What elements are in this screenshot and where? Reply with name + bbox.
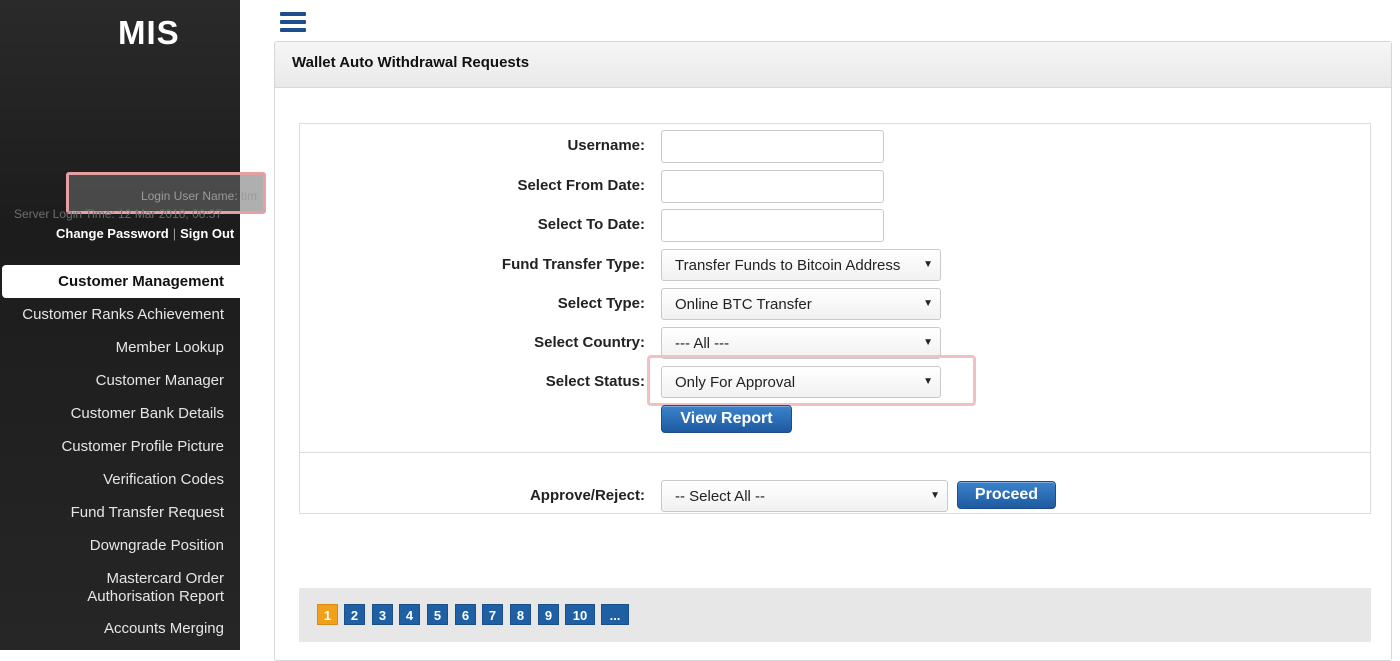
chevron-down-icon: ▼	[930, 490, 940, 501]
from-date-field[interactable]	[661, 170, 884, 203]
page-10-button[interactable]: 10	[565, 604, 595, 625]
login-user-name: Login User Name: tim	[140, 189, 257, 203]
chevron-down-icon: ▼	[923, 259, 933, 270]
link-separator: |	[172, 226, 177, 241]
page-9-button[interactable]: 9	[538, 604, 559, 625]
select-status-select[interactable]: Only For Approval ▼	[661, 366, 941, 398]
select-type-value: Online BTC Transfer	[675, 296, 812, 313]
form-divider	[300, 452, 1370, 453]
username-field[interactable]	[661, 130, 884, 163]
sidebar-item-customer-bank-details[interactable]: Customer Bank Details	[0, 405, 240, 438]
sidebar-item-label-line2: Authorisation Report	[87, 588, 224, 605]
approve-reject-label: Approve/Reject:	[529, 487, 645, 504]
fund-transfer-type-select[interactable]: Transfer Funds to Bitcoin Address ▼	[661, 249, 941, 281]
menu-bar	[280, 12, 306, 16]
chevron-down-icon: ▼	[923, 376, 933, 387]
page-4-button[interactable]: 4	[399, 604, 420, 625]
sidebar-item-downgrade-position[interactable]: Downgrade Position	[0, 537, 240, 570]
page-1-button[interactable]: 1	[317, 604, 338, 625]
to-date-label: Select To Date:	[537, 216, 645, 233]
page-7-button[interactable]: 7	[482, 604, 503, 625]
sidebar-item-label-line1: Mastercard Order	[106, 570, 224, 587]
select-type-label: Select Type:	[557, 295, 645, 312]
menu-bar	[280, 20, 306, 24]
sidebar-item-member-lookup[interactable]: Member Lookup	[0, 339, 240, 372]
pagination: 1 2 3 4 5 6 7 8 9 10 ...	[299, 588, 1371, 642]
page-more-button[interactable]: ...	[601, 604, 629, 625]
report-panel: Wallet Auto Withdrawal Requests Username…	[274, 41, 1392, 661]
user-links: Change Password | Sign Out	[56, 226, 234, 241]
select-status-label: Select Status:	[545, 373, 645, 390]
from-date-label: Select From Date:	[517, 177, 645, 194]
sidebar-item-customer-profile-picture[interactable]: Customer Profile Picture	[0, 438, 240, 471]
select-country-value: --- All ---	[675, 335, 730, 352]
sidebar-item-customer-ranks-achievement[interactable]: Customer Ranks Achievement	[0, 306, 240, 339]
sidebar-section-customer-management[interactable]: Customer Management	[2, 265, 240, 298]
chevron-down-icon: ▼	[923, 298, 933, 309]
approve-reject-value: -- Select All --	[675, 488, 766, 505]
sidebar-item-mastercard-order-authorisation-report[interactable]: Mastercard Order Authorisation Report	[0, 570, 240, 620]
filter-form: Username: Select From Date: Select To Da…	[299, 123, 1371, 514]
panel-title: Wallet Auto Withdrawal Requests	[275, 42, 1391, 88]
chevron-down-icon: ▼	[923, 337, 933, 348]
approve-reject-select[interactable]: -- Select All -- ▼	[661, 480, 948, 512]
menu-bar	[280, 28, 306, 32]
select-type-select[interactable]: Online BTC Transfer ▼	[661, 288, 941, 320]
select-country-label: Select Country:	[534, 334, 645, 351]
proceed-button[interactable]: Proceed	[957, 481, 1056, 509]
fund-transfer-type-value: Transfer Funds to Bitcoin Address	[675, 257, 901, 274]
sidebar: MIS Login User Name: tim Server Login Ti…	[0, 0, 266, 653]
change-password-link[interactable]: Change Password	[56, 226, 169, 241]
sidebar-item-fund-transfer-request[interactable]: Fund Transfer Request	[0, 504, 240, 537]
server-login-time: Server Login Time: 12 Mar 2018, 08:37	[14, 207, 223, 221]
view-report-button[interactable]: View Report	[661, 405, 792, 433]
sidebar-item-verification-codes[interactable]: Verification Codes	[0, 471, 240, 504]
page-6-button[interactable]: 6	[455, 604, 476, 625]
sidebar-nav: Customer Ranks Achievement Member Lookup…	[0, 306, 240, 653]
sign-out-link[interactable]: Sign Out	[180, 226, 234, 241]
select-status-value: Only For Approval	[675, 374, 796, 391]
page-3-button[interactable]: 3	[372, 604, 393, 625]
sidebar-item-customer-manager[interactable]: Customer Manager	[0, 372, 240, 405]
fund-transfer-type-label: Fund Transfer Type:	[501, 256, 645, 273]
page-2-button[interactable]: 2	[344, 604, 365, 625]
sidebar-item-accounts-merging[interactable]: Accounts Merging	[0, 620, 240, 653]
menu-toggle-icon[interactable]	[280, 12, 306, 32]
to-date-field[interactable]	[661, 209, 884, 242]
username-label: Username:	[567, 137, 645, 154]
page-5-button[interactable]: 5	[427, 604, 448, 625]
app-logo: MIS	[118, 14, 180, 51]
page-8-button[interactable]: 8	[510, 604, 531, 625]
